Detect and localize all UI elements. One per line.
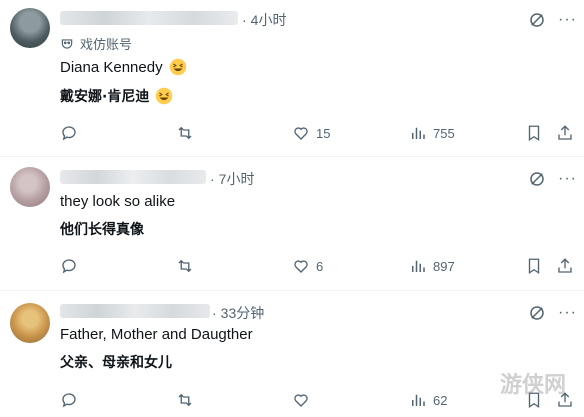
post-text-line-1: they look so alike xyxy=(60,193,175,210)
action-bar: 15 755 xyxy=(0,124,584,146)
share-button[interactable] xyxy=(556,124,574,142)
more-icon[interactable]: ··· xyxy=(558,12,577,28)
repost-button[interactable] xyxy=(176,391,194,409)
post-text: Father, Mother and Daugther xyxy=(60,326,253,343)
site-watermark: 游侠网 xyxy=(499,373,566,398)
reply-post-3[interactable]: · 33分钟 ··· Father, Mother and Daugther 父亲… xyxy=(0,291,584,417)
post-text-translation: 父亲、母亲和女儿 xyxy=(60,355,172,371)
post-text-line-1: Diana Kennedy xyxy=(60,58,187,76)
post-text: Diana Kennedy xyxy=(60,58,163,76)
reply-button[interactable] xyxy=(60,124,78,142)
reply-icon xyxy=(62,393,76,408)
like-button[interactable] xyxy=(292,391,316,409)
user-name-blurred[interactable] xyxy=(60,170,206,184)
repost-button[interactable] xyxy=(176,257,194,275)
bookmark-button[interactable] xyxy=(525,124,543,142)
post-text: they look so alike xyxy=(60,193,176,210)
bookmark-icon xyxy=(528,125,540,142)
more-icon[interactable]: ··· xyxy=(558,171,577,187)
time-separator: · xyxy=(210,171,215,187)
post-time-text: 4小时 xyxy=(250,12,287,28)
post-time[interactable]: · 4小时 xyxy=(242,10,286,30)
bookmark-icon xyxy=(528,258,540,275)
mask-icon xyxy=(61,38,73,49)
views-count: 62 xyxy=(433,392,448,408)
grok-icon[interactable] xyxy=(528,11,546,29)
views-icon xyxy=(412,260,425,272)
post-text-translation: 他们长得真像 xyxy=(60,222,144,238)
avatar[interactable] xyxy=(10,303,50,343)
post-time-text: 7小时 xyxy=(218,171,255,187)
grinning-squinting-emoji-icon xyxy=(156,87,173,105)
post-time-text: 33分钟 xyxy=(220,305,265,321)
post-text-line-1: Father, Mother and Daugther xyxy=(60,326,253,343)
action-bar: 62 xyxy=(0,391,584,413)
repost-icon xyxy=(178,393,192,407)
post-text-line-2: 父亲、母亲和女儿 xyxy=(60,352,172,372)
post-time[interactable]: · 33分钟 xyxy=(212,303,264,323)
reply-post-1[interactable]: · 4小时 ··· 戏仿账号 Diana Kennedy 戴安娜·肯尼迪 15 7… xyxy=(0,0,584,155)
reply-icon xyxy=(62,126,76,141)
like-icon xyxy=(294,394,308,407)
post-text-line-2: 戴安娜·肯尼迪 xyxy=(60,86,173,106)
repost-button[interactable] xyxy=(176,124,194,142)
post-text-translation: 戴安娜·肯尼迪 xyxy=(60,89,150,105)
share-icon xyxy=(558,258,572,273)
views-icon xyxy=(412,394,425,406)
like-icon xyxy=(294,260,308,273)
repost-icon xyxy=(178,259,192,273)
share-icon xyxy=(558,125,572,140)
more-icon[interactable]: ··· xyxy=(558,305,577,321)
reply-icon xyxy=(62,259,76,274)
views-count: 755 xyxy=(433,125,455,141)
share-button[interactable] xyxy=(556,257,574,275)
avatar[interactable] xyxy=(10,167,50,207)
reply-button[interactable] xyxy=(60,391,78,409)
post-text-line-2: 他们长得真像 xyxy=(60,219,144,239)
action-bar: 6 897 xyxy=(0,257,584,279)
parody-badge-label: 戏仿账号 xyxy=(80,37,133,52)
parody-badge: 戏仿账号 xyxy=(60,34,132,53)
user-name-blurred[interactable] xyxy=(60,11,238,25)
time-separator: · xyxy=(242,12,247,28)
bookmark-button[interactable] xyxy=(525,257,543,275)
views-button[interactable]: 62 xyxy=(409,391,447,409)
repost-icon xyxy=(178,126,192,140)
time-separator: · xyxy=(212,305,217,321)
views-icon xyxy=(412,127,425,139)
grok-icon[interactable] xyxy=(528,170,546,188)
views-count: 897 xyxy=(433,258,455,274)
views-button[interactable]: 755 xyxy=(409,124,455,142)
grok-icon[interactable] xyxy=(528,304,546,322)
like-icon xyxy=(294,127,308,140)
avatar[interactable] xyxy=(10,8,50,48)
like-button[interactable]: 6 xyxy=(292,257,323,275)
post-time[interactable]: · 7小时 xyxy=(210,169,254,189)
like-count: 15 xyxy=(316,125,331,141)
views-button[interactable]: 897 xyxy=(409,257,455,275)
user-name-blurred[interactable] xyxy=(60,304,210,318)
grinning-squinting-emoji-icon xyxy=(169,58,186,76)
like-button[interactable]: 15 xyxy=(292,124,330,142)
reply-button[interactable] xyxy=(60,257,78,275)
reply-post-2[interactable]: · 7小时 ··· they look so alike 他们长得真像 6 897 xyxy=(0,157,584,290)
like-count: 6 xyxy=(316,258,324,274)
